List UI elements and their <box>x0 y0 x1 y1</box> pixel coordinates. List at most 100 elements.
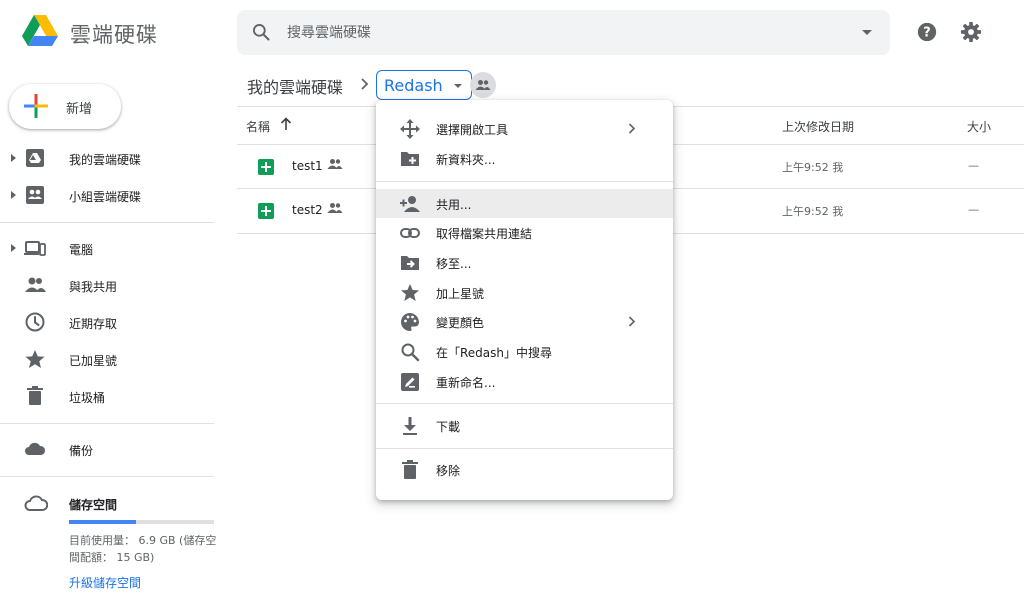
file-name: test2 <box>292 203 323 217</box>
menu-item-remove[interactable]: 移除 <box>376 455 673 484</box>
file-modified: 上午9:52 我 <box>782 161 844 174</box>
search-bar[interactable] <box>237 10 890 55</box>
trash-icon <box>27 386 43 405</box>
sidebar-item-trash[interactable]: 垃圾桶 <box>0 380 214 412</box>
sort-arrow-up-icon[interactable] <box>280 117 292 131</box>
add-person-icon <box>400 196 420 212</box>
expand-arrow-icon[interactable] <box>11 154 16 162</box>
move-to-icon <box>401 256 419 270</box>
menu-item-share[interactable]: 共用... <box>376 189 673 218</box>
sidebar-divider <box>0 423 214 424</box>
google-sheets-icon <box>258 203 274 219</box>
sidebar-divider <box>0 476 214 477</box>
backups-icon <box>25 442 46 455</box>
sidebar-item-computers[interactable]: 電腦 <box>0 232 214 264</box>
drive-app: 雲端硬碟 ? <box>0 0 1024 604</box>
sidebar-item-label: 與我共用 <box>69 280 118 294</box>
search-icon <box>252 24 270 41</box>
context-menu: 選擇開啟工具 新資料夾... 共用... 取得檔案共用連結 移至... 加上星號… <box>376 100 673 500</box>
sidebar-item-shared-drives[interactable]: 小組雲端硬碟 <box>0 179 214 211</box>
storage-usage-bar <box>69 520 214 524</box>
sidebar-item-my-drive[interactable]: 我的雲端硬碟 <box>0 142 214 174</box>
sidebar-divider <box>0 222 214 223</box>
sidebar-item-starred[interactable]: 已加星號 <box>0 343 214 375</box>
svg-text:?: ? <box>923 26 930 41</box>
help-icon[interactable]: ? <box>916 21 938 43</box>
menu-item-change-color[interactable]: 變更顏色 <box>376 307 673 336</box>
gear-icon[interactable] <box>960 21 982 43</box>
sidebar-item-label: 小組雲端硬碟 <box>69 190 142 204</box>
upgrade-storage-link[interactable]: 升級儲存空間 <box>69 574 141 591</box>
shared-folder-badge[interactable] <box>470 72 496 98</box>
menu-item-label: 下載 <box>436 420 461 434</box>
menu-item-move-to[interactable]: 移至... <box>376 248 673 277</box>
menu-item-new-folder[interactable]: 新資料夾... <box>376 144 673 173</box>
file-name: test1 <box>292 159 323 173</box>
sidebar-item-label: 近期存取 <box>69 317 118 331</box>
plus-icon <box>24 94 48 118</box>
column-header-modified[interactable]: 上次修改日期 <box>782 118 854 135</box>
sidebar-item-shared-with-me[interactable]: 與我共用 <box>0 269 214 301</box>
menu-item-get-link[interactable]: 取得檔案共用連結 <box>376 218 673 247</box>
sidebar-item-label: 電腦 <box>69 243 94 257</box>
search-options-icon[interactable] <box>862 30 872 35</box>
column-header-name[interactable]: 名稱 <box>246 118 270 135</box>
breadcrumb-current-label: Redash <box>384 75 443 95</box>
new-button-label: 新增 <box>66 102 93 117</box>
shared-people-icon <box>327 159 343 169</box>
search-icon <box>401 343 420 362</box>
column-header-size[interactable]: 大小 <box>967 118 991 135</box>
storage-title[interactable]: 儲存空間 <box>69 496 117 513</box>
sidebar-item-label: 垃圾桶 <box>69 391 106 405</box>
storage-usage-fill <box>69 520 136 524</box>
menu-item-label: 加上星號 <box>436 287 485 301</box>
app-title: 雲端硬碟 <box>70 23 158 47</box>
search-input[interactable] <box>287 10 847 55</box>
google-sheets-icon <box>258 159 274 175</box>
menu-item-label: 變更顏色 <box>436 316 485 330</box>
menu-item-label: 移至... <box>436 257 472 271</box>
sidebar-item-backups[interactable]: 備份 <box>0 433 214 465</box>
menu-item-label: 移除 <box>436 464 461 478</box>
menu-item-download[interactable]: 下載 <box>376 411 673 440</box>
shared-drives-icon <box>26 186 44 204</box>
storage-usage-text: 目前使用量： 6.9 GB (儲存空間配額： 15 GB) <box>69 534 217 564</box>
computers-icon <box>24 241 46 256</box>
drive-logo[interactable] <box>22 14 58 48</box>
menu-item-label: 取得檔案共用連結 <box>436 227 533 241</box>
new-button[interactable]: 新增 <box>9 84 121 129</box>
shared-with-me-icon <box>25 277 46 292</box>
cloud-storage-icon <box>24 495 48 511</box>
breadcrumb-current-folder[interactable]: Redash <box>376 70 472 100</box>
new-folder-icon <box>401 152 419 166</box>
rename-icon <box>401 373 419 391</box>
menu-item-rename[interactable]: 重新命名... <box>376 367 673 396</box>
menu-item-open-with[interactable]: 選擇開啟工具 <box>376 114 673 143</box>
recent-icon <box>25 312 45 332</box>
chevron-right-icon <box>628 316 636 327</box>
palette-icon <box>401 313 419 331</box>
trash-icon <box>402 460 418 479</box>
menu-divider <box>376 403 673 404</box>
menu-item-label: 共用... <box>436 198 472 212</box>
expand-arrow-icon[interactable] <box>11 191 16 199</box>
sidebar-item-label: 已加星號 <box>69 354 118 368</box>
menu-item-label: 在「Redash」中搜尋 <box>436 346 553 360</box>
my-drive-icon <box>26 149 44 167</box>
chevron-down-icon <box>453 84 462 88</box>
file-modified: 上午9:52 我 <box>782 205 844 218</box>
sidebar-item-recent[interactable]: 近期存取 <box>0 306 214 338</box>
open-with-icon <box>400 119 420 139</box>
sidebar-item-label: 備份 <box>69 444 94 458</box>
menu-divider <box>376 448 673 449</box>
menu-item-add-star[interactable]: 加上星號 <box>376 278 673 307</box>
menu-item-label: 選擇開啟工具 <box>436 123 509 137</box>
chevron-right-icon <box>628 123 636 134</box>
breadcrumb-root[interactable]: 我的雲端硬碟 <box>247 74 343 98</box>
shared-people-icon <box>327 203 343 213</box>
menu-item-search-in-folder[interactable]: 在「Redash」中搜尋 <box>376 337 673 366</box>
expand-arrow-icon[interactable] <box>11 244 16 252</box>
chevron-right-icon <box>361 78 369 90</box>
people-icon <box>475 80 491 90</box>
download-icon <box>403 417 417 435</box>
